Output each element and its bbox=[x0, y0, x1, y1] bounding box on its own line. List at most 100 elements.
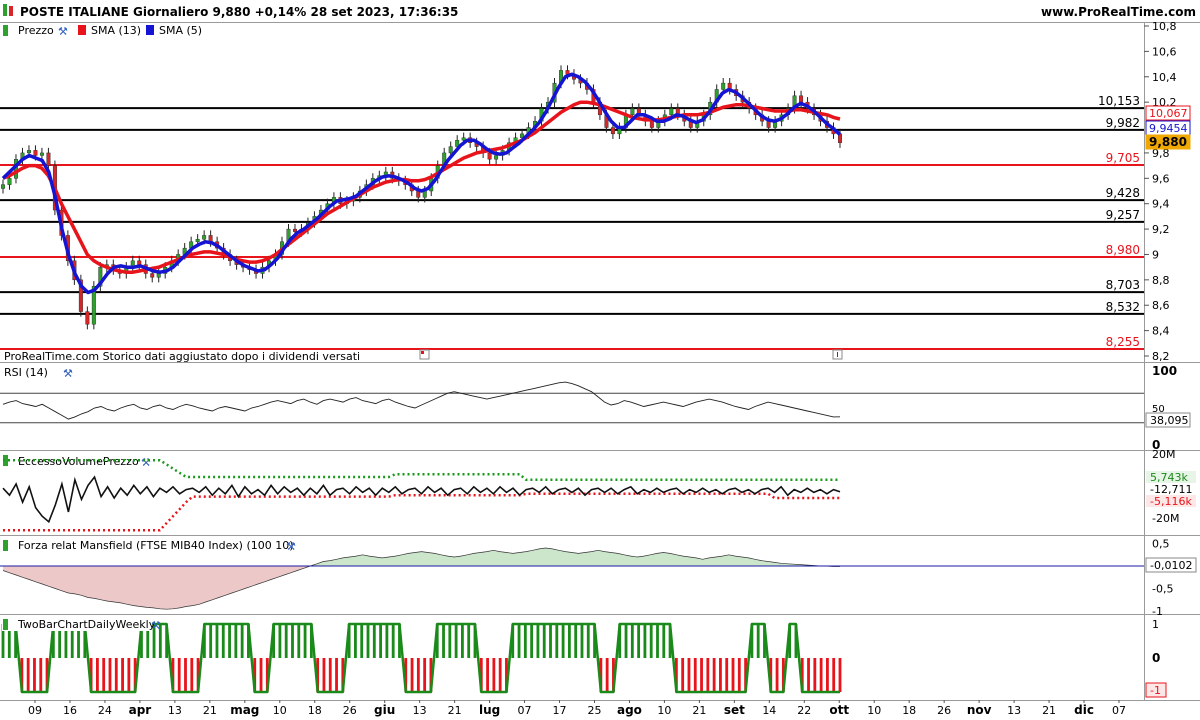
twobar-bar-72 bbox=[454, 624, 458, 658]
price-tick-label-11: 8,4 bbox=[1152, 325, 1170, 338]
volume-tick-label-2: -20M bbox=[1152, 512, 1179, 525]
twobar-bar-103 bbox=[649, 624, 653, 658]
x-tick-label-14: 07 bbox=[518, 704, 532, 717]
twobar-bar-17 bbox=[108, 658, 112, 692]
x-tick-label-3: apr bbox=[129, 703, 152, 717]
twobar-bar-96 bbox=[605, 658, 609, 692]
twobar-bar-108 bbox=[681, 658, 685, 692]
x-tick-label-28: 13 bbox=[1007, 704, 1021, 717]
twobar-bar-60 bbox=[379, 624, 382, 658]
twobar-bar-20 bbox=[127, 658, 131, 692]
candle-body-45 bbox=[293, 228, 297, 232]
x-axis: 09 16 24 apr 13 21 mag 10 18 26 giu 13 21 lug 07 17 25 ag… bbox=[28, 700, 1126, 717]
twobar-bar-86 bbox=[542, 624, 546, 658]
twobar-bar-100 bbox=[630, 624, 634, 658]
price-tick-label-10: 8,6 bbox=[1152, 299, 1170, 312]
twobar-bar-61 bbox=[385, 624, 389, 658]
x-tick-label-23: ott bbox=[829, 703, 849, 717]
x-tick-label-30: dic bbox=[1074, 703, 1094, 717]
price-levels: 10,153 9,982 9,705 9,428 9,257 8,980 8,703 8,53… bbox=[0, 94, 1144, 351]
twobar-bar-51 bbox=[322, 658, 326, 692]
wrench-icon[interactable]: ⚒ bbox=[58, 25, 68, 38]
legend-item-sma13[interactable]: SMA (13) bbox=[78, 24, 141, 37]
legend-label-price: Prezzo bbox=[18, 24, 54, 37]
twobar-bar-6 bbox=[39, 658, 43, 692]
twobar-indicator-icon bbox=[3, 619, 8, 630]
twobar-bar-104 bbox=[656, 624, 659, 658]
x-tick-label-11: 13 bbox=[413, 704, 427, 717]
x-tick-label-26: 26 bbox=[937, 704, 951, 717]
candle-body-111 bbox=[721, 82, 726, 90]
twobar-bar-28 bbox=[177, 658, 181, 692]
x-tick-label-21: 14 bbox=[762, 704, 776, 717]
twobar-bar-65 bbox=[410, 658, 414, 692]
twobar-bar-66 bbox=[416, 658, 420, 692]
info-marker-icon[interactable] bbox=[832, 349, 843, 360]
level-label-3: 9,428 bbox=[1106, 186, 1140, 200]
twobar-bar-48 bbox=[303, 624, 307, 658]
volume-settings-icon[interactable]: ⚒ bbox=[141, 456, 151, 469]
x-tick-label-29: 21 bbox=[1042, 704, 1056, 717]
twobar-bar-132 bbox=[832, 658, 836, 692]
badge-label-0: 10,067 bbox=[1149, 107, 1188, 120]
twobar-bar-78 bbox=[492, 658, 496, 692]
twobar-bar-58 bbox=[366, 624, 370, 658]
twobar-bar-4 bbox=[26, 658, 30, 692]
event-marker-icon[interactable] bbox=[419, 349, 430, 360]
header-bar: POSTE ITALIANE Giornaliero 9,880 +0,14% … bbox=[0, 0, 1200, 22]
candle-body-94 bbox=[610, 127, 615, 135]
twobar-bar-88 bbox=[555, 624, 559, 658]
rsi-series: 10050038,095 bbox=[0, 364, 1191, 452]
twobar-bar-67 bbox=[423, 658, 427, 692]
twobar-bar-89 bbox=[561, 624, 565, 658]
legend-item-price[interactable]: Prezzo ⚒ bbox=[3, 24, 68, 38]
twobar-tick-label-0: 1 bbox=[1152, 618, 1159, 631]
x-tick-label-6: mag bbox=[230, 703, 259, 717]
volume-tick-label-0: 20M bbox=[1152, 448, 1176, 461]
candle-body-30 bbox=[195, 239, 200, 242]
legend-item-sma5[interactable]: SMA (5) bbox=[146, 24, 202, 37]
twobar-bar-34 bbox=[215, 624, 219, 658]
rsi-settings-icon[interactable]: ⚒ bbox=[63, 367, 73, 380]
twobar-bar-44 bbox=[278, 624, 282, 658]
volume-line bbox=[2, 475, 841, 524]
twobar-bar-37 bbox=[234, 624, 238, 658]
x-tick-label-24: 10 bbox=[867, 704, 881, 717]
legend-label-sma13: SMA (13) bbox=[91, 24, 141, 37]
x-tick-label-20: set bbox=[724, 703, 745, 717]
chart-title: POSTE ITALIANE Giornaliero 9,880 +0,14% … bbox=[20, 5, 458, 19]
twobar-bar-45 bbox=[284, 624, 288, 658]
candle-body-97 bbox=[630, 108, 635, 116]
twobar-bar-73 bbox=[461, 624, 464, 658]
candle-body-123 bbox=[799, 95, 804, 103]
rsi-title: RSI (14) bbox=[4, 366, 48, 379]
mansfield-settings-icon[interactable]: ⚒ bbox=[286, 540, 296, 553]
twobar-value-label: -1 bbox=[1150, 684, 1161, 697]
candle-body-31 bbox=[202, 235, 207, 240]
twobar-settings-icon[interactable]: ⚒ bbox=[151, 619, 161, 632]
twobar-bar-18 bbox=[114, 658, 118, 692]
twobar-title: TwoBarChartDailyWeekly bbox=[17, 618, 156, 631]
chart-canvas: POSTE ITALIANE Giornaliero 9,880 +0,14% … bbox=[0, 0, 1200, 717]
twobar-bar-56 bbox=[354, 624, 357, 658]
twobar-bar-30 bbox=[190, 658, 194, 692]
candle-body-118 bbox=[766, 120, 771, 128]
candle-body-24 bbox=[156, 273, 161, 278]
mansfield-title: Forza relat Mansfield (FTSE MIB40 Index)… bbox=[18, 539, 294, 552]
twobar-bar-41 bbox=[259, 658, 263, 692]
badge-label-2: 9,880 bbox=[1149, 135, 1187, 149]
candle-body-13 bbox=[85, 311, 90, 325]
x-tick-label-7: 10 bbox=[273, 704, 287, 717]
twobar-bar-93 bbox=[586, 624, 590, 658]
twobar-bar-129 bbox=[813, 658, 817, 692]
volume-value-label-2: -5,116k bbox=[1150, 495, 1192, 508]
twobar-bar-85 bbox=[536, 624, 540, 658]
mansfield-negative-area bbox=[3, 566, 840, 610]
website-link[interactable]: www.ProRealTime.com bbox=[1041, 5, 1196, 19]
price-tick-label-5: 9,6 bbox=[1152, 172, 1170, 185]
x-tick-label-12: 21 bbox=[448, 704, 462, 717]
twobar-bar-33 bbox=[209, 624, 213, 658]
twobar-bar-16 bbox=[102, 658, 106, 692]
twobar-bar-62 bbox=[391, 624, 395, 658]
rsi-tick-label-0: 100 bbox=[1152, 364, 1177, 378]
